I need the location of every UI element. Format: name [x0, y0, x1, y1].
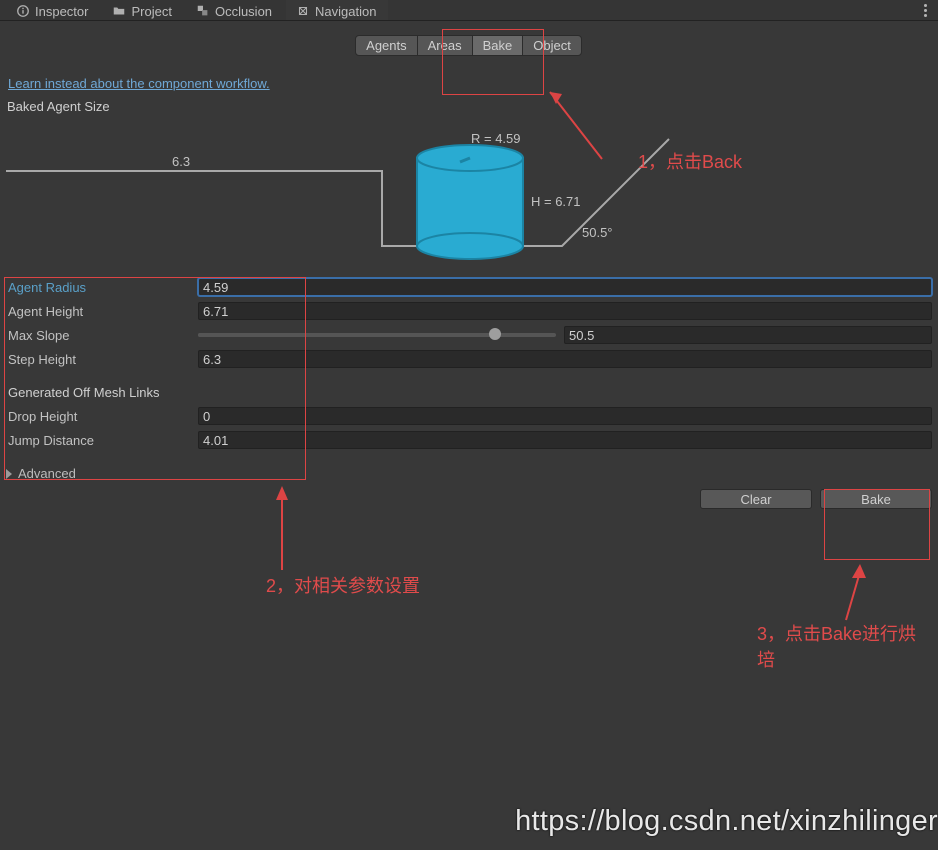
tab-navigation-label: Navigation	[315, 4, 376, 19]
annot-text-2: 2，对相关参数设置	[266, 572, 420, 598]
tab-bar-menu[interactable]	[912, 0, 938, 20]
agent-diagram: R = 4.59 H = 6.71 6.3 50.5°	[0, 114, 938, 269]
tab-project-label: Project	[131, 4, 171, 19]
annot-text-1: 1，点击Back	[638, 148, 742, 174]
tab-project[interactable]: Project	[102, 0, 183, 20]
window-tab-bar: Inspector Project Occlusion Navigation	[0, 0, 938, 21]
learn-link[interactable]: Learn instead about the component workfl…	[8, 76, 270, 91]
tab-occlusion-label: Occlusion	[215, 4, 272, 19]
clear-button[interactable]: Clear	[700, 489, 812, 509]
agent-height-input[interactable]	[198, 302, 932, 320]
step-height-input[interactable]	[198, 350, 932, 368]
info-icon	[16, 4, 30, 18]
folder-icon	[112, 4, 126, 18]
slider-handle[interactable]	[489, 328, 501, 340]
tab-inspector-label: Inspector	[35, 4, 88, 19]
watermark-text: https://blog.csdn.net/xinzhilinger	[515, 805, 938, 838]
annot-arrow-2	[270, 480, 300, 580]
jump-distance-input[interactable]	[198, 431, 932, 449]
diagram-slope-label: 50.5°	[582, 225, 613, 240]
diagram-r-label: R = 4.59	[471, 131, 521, 146]
annot-box-2	[4, 277, 306, 480]
tab-occlusion[interactable]: Occlusion	[186, 0, 284, 20]
diagram-step-label: 6.3	[172, 154, 190, 169]
annot-arrow-3	[838, 558, 878, 628]
baked-agent-size-title: Baked Agent Size	[7, 99, 938, 114]
max-slope-value[interactable]	[564, 326, 932, 344]
annot-arrow-1	[540, 77, 610, 167]
tab-inspector[interactable]: Inspector	[6, 0, 100, 20]
kebab-icon	[924, 4, 927, 17]
tab-navigation[interactable]: Navigation	[286, 0, 388, 20]
annot-box-1	[442, 29, 544, 95]
drop-height-input[interactable]	[198, 407, 932, 425]
agent-radius-input[interactable]	[198, 278, 932, 296]
occlusion-icon	[196, 4, 210, 18]
navigation-icon	[296, 4, 310, 18]
diagram-h-label: H = 6.71	[531, 194, 581, 209]
annot-box-3	[824, 489, 930, 560]
annot-text-3: 3，点击Bake进行烘培	[757, 620, 927, 672]
subtab-agents[interactable]: Agents	[355, 35, 417, 56]
